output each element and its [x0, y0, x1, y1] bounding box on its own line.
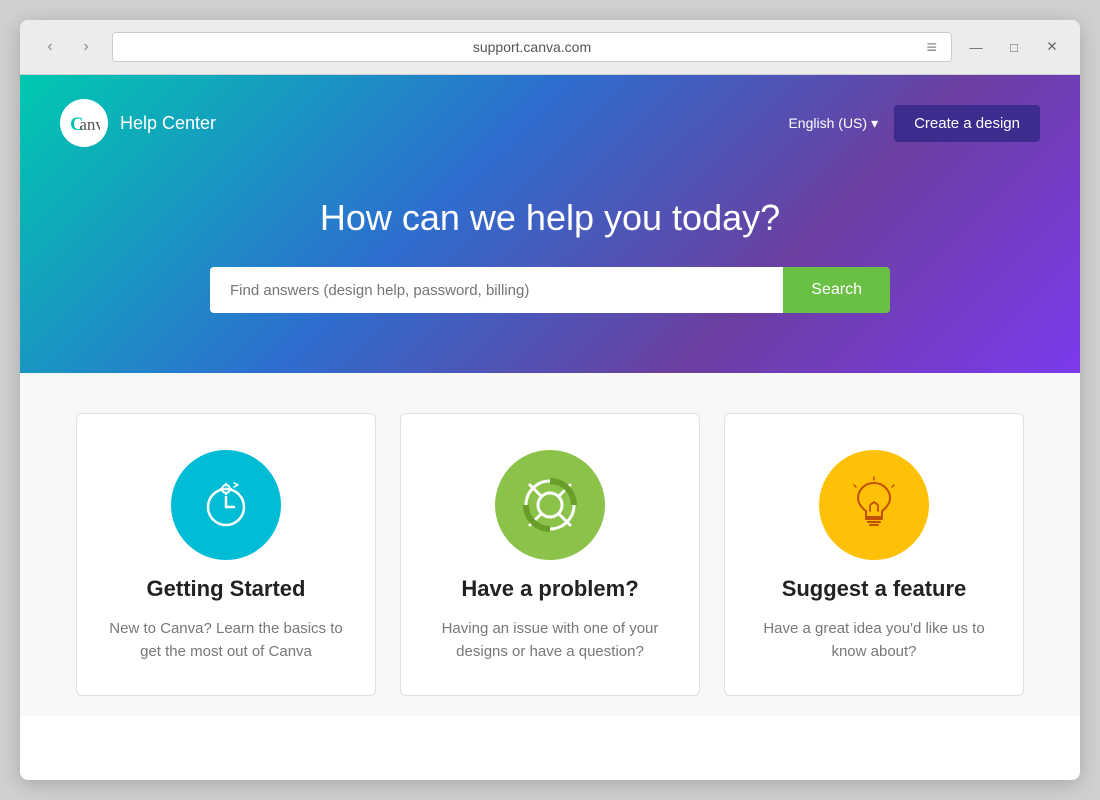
- card-getting-started[interactable]: Getting Started New to Canva? Learn the …: [76, 413, 376, 696]
- browser-controls: — □ ✕: [964, 35, 1064, 59]
- problem-icon-circle: [495, 450, 605, 560]
- card-have-a-problem[interactable]: Have a problem? Having an issue with one…: [400, 413, 700, 696]
- minimize-button[interactable]: —: [964, 35, 988, 59]
- hero-nav: C anva Help Center English (US) ▾ Create…: [60, 99, 1040, 147]
- hero-nav-right: English (US) ▾ Create a design: [788, 105, 1040, 142]
- lifebuoy-icon: [518, 473, 582, 537]
- search-input[interactable]: [210, 267, 783, 313]
- search-button[interactable]: Search: [783, 267, 890, 313]
- back-button[interactable]: ‹: [36, 33, 64, 61]
- url-display: support.canva.com: [473, 39, 591, 55]
- search-area: Search: [210, 267, 890, 313]
- help-center-label: Help Center: [120, 113, 216, 134]
- chevron-down-icon: ▾: [871, 115, 878, 132]
- clock-icon: [196, 475, 256, 535]
- forward-button[interactable]: ›: [72, 33, 100, 61]
- getting-started-icon-circle: [171, 450, 281, 560]
- browser-window: ‹ › support.canva.com ≡ — □ ✕ C anva: [20, 20, 1080, 780]
- restore-button[interactable]: □: [1002, 35, 1026, 59]
- browser-menu-icon[interactable]: ≡: [926, 38, 937, 56]
- browser-nav: ‹ ›: [36, 33, 100, 61]
- hero-title: How can we help you today?: [60, 197, 1040, 239]
- language-label: English (US): [788, 115, 867, 131]
- canva-logo: C anva: [60, 99, 108, 147]
- canva-logo-svg: C anva: [68, 113, 100, 133]
- address-bar[interactable]: support.canva.com ≡: [112, 32, 952, 62]
- getting-started-desc: New to Canva? Learn the basics to get th…: [101, 618, 351, 663]
- svg-text:anva: anva: [79, 115, 100, 133]
- getting-started-title: Getting Started: [147, 576, 306, 602]
- language-selector[interactable]: English (US) ▾: [788, 115, 878, 132]
- lightbulb-icon: [844, 475, 904, 535]
- hero-section: C anva Help Center English (US) ▾ Create…: [20, 75, 1080, 373]
- suggest-feature-title: Suggest a feature: [782, 576, 967, 602]
- cards-section: Getting Started New to Canva? Learn the …: [20, 373, 1080, 716]
- have-a-problem-desc: Having an issue with one of your designs…: [425, 618, 675, 663]
- logo-area: C anva Help Center: [60, 99, 216, 147]
- close-button[interactable]: ✕: [1040, 35, 1064, 59]
- browser-chrome: ‹ › support.canva.com ≡ — □ ✕: [20, 20, 1080, 75]
- feature-icon-circle: [819, 450, 929, 560]
- create-design-button[interactable]: Create a design: [894, 105, 1040, 142]
- page-content: C anva Help Center English (US) ▾ Create…: [20, 75, 1080, 780]
- suggest-feature-desc: Have a great idea you'd like us to know …: [749, 618, 999, 663]
- have-a-problem-title: Have a problem?: [461, 576, 638, 602]
- card-suggest-feature[interactable]: Suggest a feature Have a great idea you'…: [724, 413, 1024, 696]
